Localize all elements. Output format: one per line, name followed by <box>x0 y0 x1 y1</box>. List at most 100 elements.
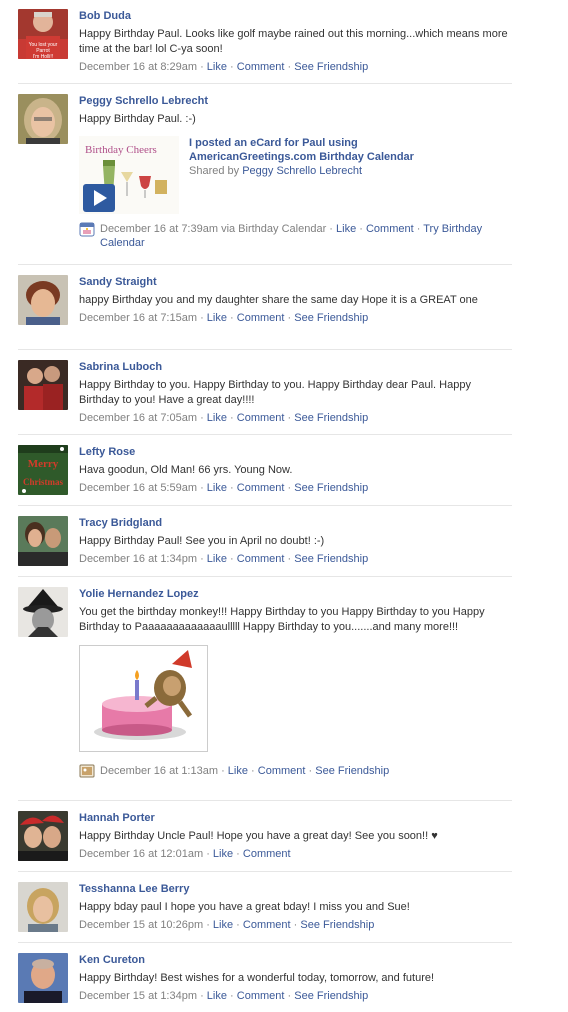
author-name[interactable]: Lefty Rose <box>79 445 509 459</box>
avatar[interactable] <box>18 360 68 410</box>
ecard-attachment: Birthday Cheers I posted an eCard for Pa… <box>79 136 509 214</box>
separator: · <box>226 312 237 324</box>
author-name[interactable]: Ken Cureton <box>79 953 509 967</box>
comment-link[interactable]: Comment <box>258 765 306 777</box>
separator: · <box>413 223 424 235</box>
author-name[interactable]: Bob Duda <box>79 9 509 23</box>
post-text: Happy Birthday Uncle Paul! Hope you have… <box>79 830 438 842</box>
like-link[interactable]: Like <box>207 553 227 565</box>
avatar[interactable] <box>18 882 68 932</box>
svg-text:I'm Holli!!: I'm Holli!! <box>33 54 53 59</box>
post-meta: December 15 at 10:26pm · Like · Comment … <box>79 918 509 932</box>
divider <box>18 349 512 350</box>
like-link[interactable]: Like <box>207 412 227 424</box>
separator: · <box>226 61 237 73</box>
author-name[interactable]: Sabrina Luboch <box>79 360 509 374</box>
separator: · <box>226 990 237 1002</box>
timestamp[interactable]: December 16 at 1:13am <box>100 765 218 777</box>
see-friendship-link[interactable]: See Friendship <box>294 482 368 494</box>
like-link[interactable]: Like <box>213 848 233 860</box>
separator: · <box>218 765 228 777</box>
comment-link[interactable]: Comment <box>366 223 414 235</box>
avatar[interactable] <box>18 275 68 325</box>
separator: · <box>284 312 295 324</box>
post-text: Happy Birthday! Best wishes for a wonder… <box>79 972 435 984</box>
like-link[interactable]: Like <box>207 482 227 494</box>
comment-link[interactable]: Comment <box>243 848 291 860</box>
separator: · <box>247 765 258 777</box>
post-meta: December 16 at 7:15am · Like · Comment ·… <box>79 311 509 325</box>
comment-link[interactable]: Comment <box>237 61 285 73</box>
comment-link[interactable]: Comment <box>243 919 291 931</box>
post-meta: December 15 at 1:34pm · Like · Comment ·… <box>79 989 509 1003</box>
avatar[interactable]: You lost your Parrot I'm Holli!! <box>18 9 68 59</box>
avatar[interactable] <box>18 516 68 566</box>
divider <box>18 576 512 577</box>
timestamp[interactable]: December 16 at 8:29am <box>79 61 197 73</box>
author-name[interactable]: Tracy Bridgland <box>79 516 509 530</box>
shared-by-link[interactable]: Peggy Schrello Lebrecht <box>242 165 362 177</box>
see-friendship-link[interactable]: See Friendship <box>300 919 374 931</box>
post-meta: December 16 at 12:01am · Like · Comment <box>79 847 509 861</box>
post-text: Happy bday paul I hope you have a great … <box>79 901 410 913</box>
birthday-monkey-photo[interactable] <box>79 645 208 752</box>
avatar[interactable] <box>18 811 68 861</box>
comment-link[interactable]: Comment <box>237 553 285 565</box>
like-link[interactable]: Like <box>336 223 356 235</box>
separator: · <box>226 553 237 565</box>
timestamp[interactable]: December 16 at 1:34pm <box>79 553 197 565</box>
separator: · <box>284 553 295 565</box>
like-link[interactable]: Like <box>207 312 227 324</box>
timestamp[interactable]: December 15 at 10:26pm <box>79 919 203 931</box>
author-name[interactable]: Tesshanna Lee Berry <box>79 882 509 896</box>
divider <box>18 264 512 265</box>
comment-link[interactable]: Comment <box>237 312 285 324</box>
photo-icon <box>79 763 95 779</box>
see-friendship-link[interactable]: See Friendship <box>294 312 368 324</box>
ecard-title[interactable]: I posted an eCard for Paul using America… <box>189 136 414 164</box>
like-link[interactable]: Like <box>228 765 248 777</box>
post-text: You get the birthday monkey!!! Happy Bir… <box>79 606 485 633</box>
svg-text:Christmas: Christmas <box>23 477 63 487</box>
see-friendship-link[interactable]: See Friendship <box>294 990 368 1002</box>
separator: · <box>284 990 295 1002</box>
comment-link[interactable]: Comment <box>237 482 285 494</box>
post-meta: December 16 at 7:39am via Birthday Calen… <box>100 222 509 250</box>
timestamp[interactable]: December 16 at 7:15am <box>79 312 197 324</box>
comment-link[interactable]: Comment <box>237 412 285 424</box>
timestamp[interactable]: December 16 at 5:59am <box>79 482 197 494</box>
author-name[interactable]: Peggy Schrello Lebrecht <box>79 94 509 108</box>
author-name[interactable]: Hannah Porter <box>79 811 509 825</box>
separator: · <box>197 412 207 424</box>
post-text: Happy Birthday Paul. Looks like golf may… <box>79 28 508 55</box>
avatar[interactable]: Merry Christmas <box>18 445 68 495</box>
ecard-thumbnail[interactable]: Birthday Cheers <box>79 136 179 214</box>
avatar[interactable] <box>18 94 68 144</box>
like-link[interactable]: Like <box>207 990 227 1002</box>
post-meta: December 16 at 1:34pm · Like · Comment ·… <box>79 552 509 566</box>
author-name[interactable]: Yolie Hernandez Lopez <box>79 587 509 601</box>
separator: · <box>284 482 295 494</box>
separator: · <box>197 553 207 565</box>
timestamp[interactable]: December 15 at 1:34pm <box>79 990 197 1002</box>
divider <box>18 800 512 801</box>
see-friendship-link[interactable]: See Friendship <box>315 765 389 777</box>
timestamp[interactable]: December 16 at 12:01am <box>79 848 203 860</box>
comment-link[interactable]: Comment <box>237 990 285 1002</box>
ecard-title-line[interactable]: I posted an eCard for Paul using <box>189 137 358 149</box>
separator: · <box>197 312 207 324</box>
ecard-title-line[interactable]: AmericanGreetings.com Birthday Calendar <box>189 151 414 163</box>
timestamp[interactable]: December 16 at 7:05am <box>79 412 197 424</box>
like-link[interactable]: Like <box>213 919 233 931</box>
like-link[interactable]: Like <box>207 61 227 73</box>
separator: · <box>290 919 301 931</box>
author-name[interactable]: Sandy Straight <box>79 275 509 289</box>
avatar[interactable] <box>18 953 68 1003</box>
timestamp[interactable]: December 16 at 7:39am via Birthday Calen… <box>100 223 326 235</box>
divider <box>18 505 512 506</box>
see-friendship-link[interactable]: See Friendship <box>294 61 368 73</box>
separator: · <box>305 765 316 777</box>
avatar[interactable] <box>18 587 68 637</box>
see-friendship-link[interactable]: See Friendship <box>294 553 368 565</box>
see-friendship-link[interactable]: See Friendship <box>294 412 368 424</box>
